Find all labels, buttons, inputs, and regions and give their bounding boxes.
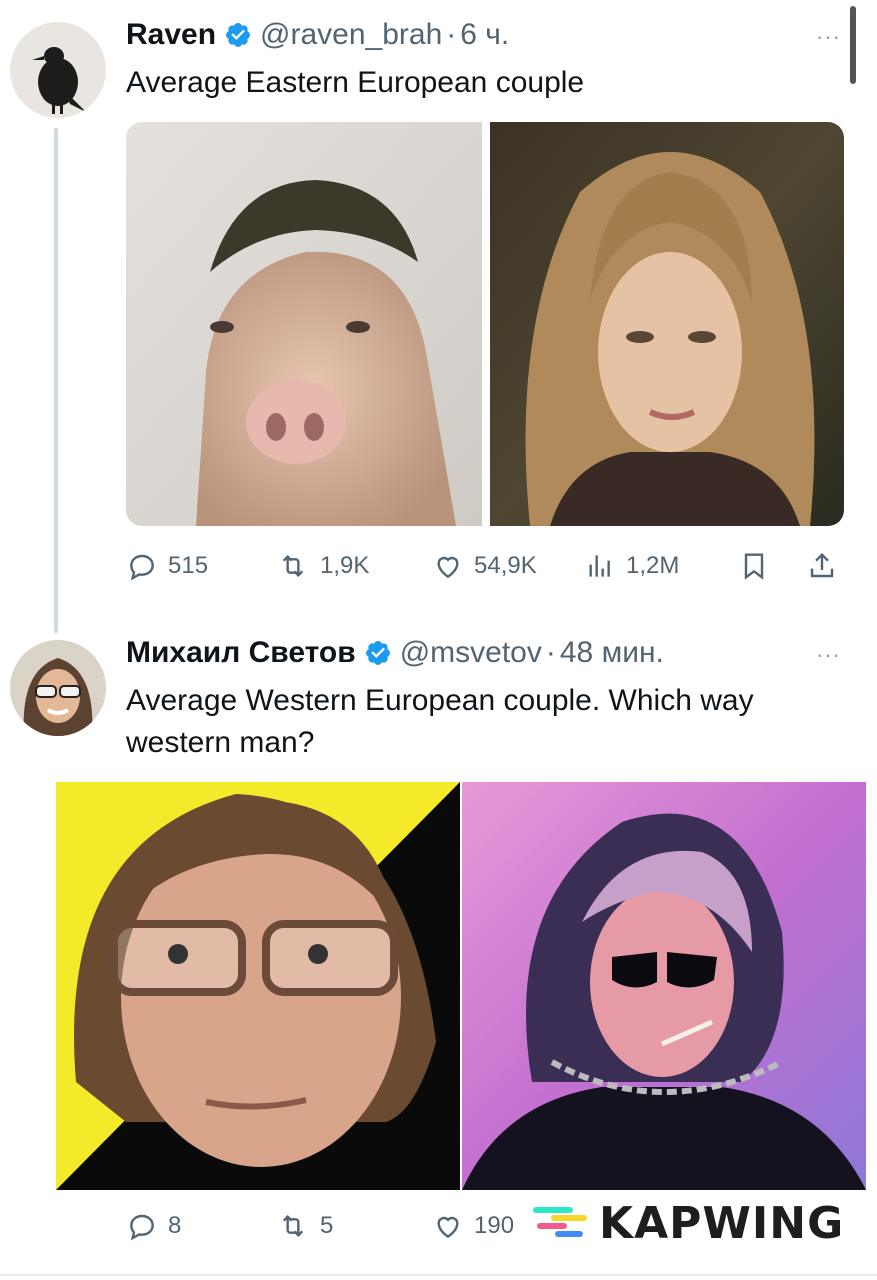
retweet-button[interactable]: 5: [276, 1210, 333, 1242]
avatar-raven[interactable]: [10, 22, 106, 118]
tweet1-image-left[interactable]: [126, 122, 482, 526]
tweet2-header: Михаил Светов @msvetov · 48 мин.: [126, 636, 664, 670]
tweet2-actions: 8 5 190: [126, 1206, 526, 1246]
retweet-count: 5: [320, 1212, 334, 1239]
tweet1-image-right[interactable]: [490, 122, 844, 526]
retweet-count: 1,9K: [320, 552, 370, 579]
kapwing-logo-icon: [533, 1201, 589, 1246]
display-name[interactable]: Raven: [126, 18, 216, 52]
like-button[interactable]: 190: [432, 1210, 514, 1242]
verified-badge-icon: [224, 21, 252, 49]
tweet2-image-right[interactable]: [462, 782, 866, 1190]
reply-icon: [126, 1210, 158, 1242]
tweet2-text-line2: western man?: [126, 726, 315, 759]
bookmark-button[interactable]: [738, 550, 770, 582]
views-icon: [584, 550, 616, 582]
like-count: 54,9K: [474, 552, 537, 579]
tweet2-image-left[interactable]: [56, 782, 460, 1190]
retweet-icon: [276, 550, 310, 582]
like-count: 190: [474, 1212, 515, 1239]
views-count: 1,2M: [626, 552, 680, 579]
more-icon[interactable]: ···: [816, 642, 841, 668]
kapwing-watermark: KAPWING: [533, 1198, 844, 1249]
like-button[interactable]: 54,9K: [432, 550, 537, 582]
verified-badge-icon: [364, 639, 392, 667]
display-name[interactable]: Михаил Светов: [126, 636, 356, 670]
avatar-msvetov[interactable]: [10, 640, 106, 736]
separator: ·: [446, 18, 457, 51]
reply-count: 8: [168, 1212, 182, 1239]
retweet-icon: [276, 1210, 310, 1242]
timestamp[interactable]: 6 ч.: [460, 18, 509, 52]
views-button[interactable]: 1,2M: [584, 550, 679, 582]
share-button[interactable]: [806, 550, 838, 582]
reply-button[interactable]: 8: [126, 1210, 181, 1242]
reply-icon: [126, 550, 158, 582]
share-icon: [806, 550, 838, 582]
tweet1-header: Raven @raven_brah · 6 ч.: [126, 18, 509, 52]
more-icon[interactable]: ···: [816, 24, 841, 50]
tweet1-text: Average Eastern European couple: [126, 66, 585, 99]
tweet2-text-line1: Average Western European couple. Which w…: [126, 684, 754, 717]
separator: ·: [545, 636, 556, 669]
thread-line: [54, 128, 58, 633]
retweet-button[interactable]: 1,9K: [276, 550, 369, 582]
kapwing-brand: KAPWING: [599, 1198, 845, 1249]
scrollbar[interactable]: [850, 6, 856, 84]
tweet1-actions: 515 1,9K 54,9K 1,2M: [126, 546, 846, 586]
handle[interactable]: @raven_brah: [260, 18, 442, 52]
reply-count: 515: [168, 552, 209, 579]
reply-button[interactable]: 515: [126, 550, 208, 582]
divider: [0, 1274, 877, 1276]
timestamp[interactable]: 48 мин.: [560, 636, 664, 670]
bookmark-icon: [738, 550, 770, 582]
tweet2-text: Average Western European couple. Which w…: [126, 680, 754, 764]
like-icon: [432, 1210, 464, 1242]
like-icon: [432, 550, 464, 582]
handle[interactable]: @msvetov: [400, 636, 542, 670]
